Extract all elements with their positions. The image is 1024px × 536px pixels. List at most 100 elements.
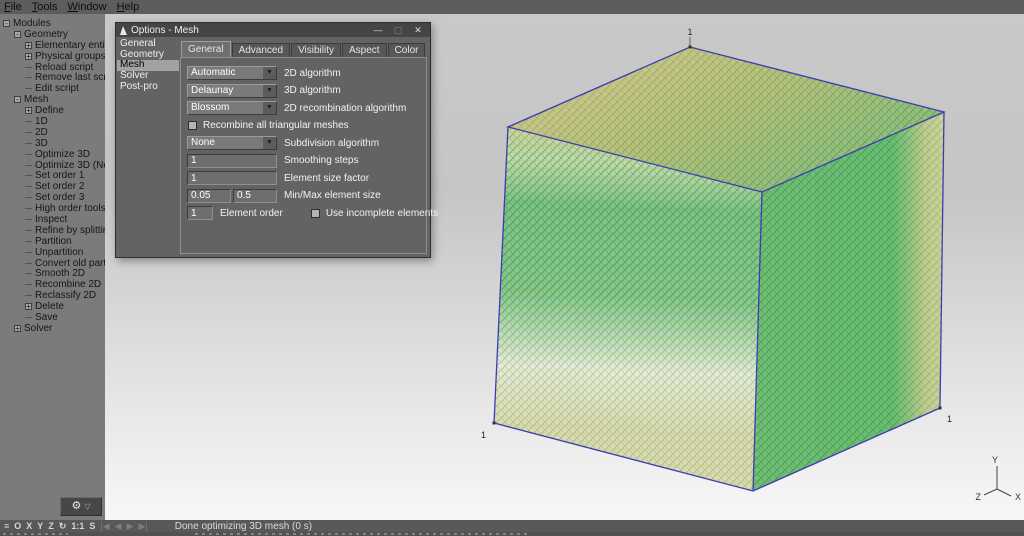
- tree-item-optimize-3d-ne[interactable]: Optimize 3D (Ne: [0, 160, 105, 171]
- vertex-label: 1: [481, 430, 486, 440]
- collapse-icon[interactable]: -: [14, 96, 21, 104]
- collapse-icon[interactable]: -: [3, 19, 10, 27]
- axis-z-label: Z: [976, 492, 982, 502]
- recombine-all-checkbox[interactable]: [188, 121, 197, 130]
- tree-branch-line: [25, 218, 32, 220]
- gear-menu-button[interactable]: ⚙ ▽: [60, 497, 102, 516]
- element-size-factor-input[interactable]: [187, 171, 277, 185]
- element-order-input[interactable]: [187, 206, 213, 220]
- model-browser-icon[interactable]: ≡: [4, 521, 9, 532]
- tree-item-define[interactable]: + Define: [0, 105, 105, 116]
- menu-item-window[interactable]: Window: [67, 1, 106, 13]
- ortho-projection-button[interactable]: O: [14, 521, 21, 532]
- subdivision-label: Subdivision algorithm: [284, 137, 380, 149]
- x-view-button[interactable]: X: [26, 521, 32, 532]
- tree-branch-line: [25, 316, 32, 318]
- player-end-button[interactable]: ▶|: [139, 521, 148, 532]
- min-element-size-input[interactable]: [187, 188, 231, 203]
- tree-item-high-order-tools[interactable]: High order tools: [0, 203, 105, 214]
- tree-item-refine-by-splittir[interactable]: Refine by splittir: [0, 225, 105, 236]
- player-forward-button[interactable]: ▶: [127, 521, 134, 532]
- tab-aspect[interactable]: Aspect: [342, 43, 387, 58]
- tree-item-modules[interactable]: - Modules: [0, 18, 105, 29]
- tree-item-label: 1D: [35, 115, 48, 127]
- tree-item-remove-last-scr[interactable]: Remove last scr: [0, 72, 105, 83]
- tree-item-recombine-2d[interactable]: Recombine 2D: [0, 279, 105, 290]
- tree-item-geometry[interactable]: - Geometry: [0, 29, 105, 40]
- axis-y-label: Y: [992, 455, 998, 465]
- one-to-one-zoom-button[interactable]: 1:1: [71, 521, 84, 532]
- tree-item-edit-script[interactable]: Edit script: [0, 83, 105, 94]
- y-view-button[interactable]: Y: [37, 521, 43, 532]
- tree-item-set-order-2[interactable]: Set order 2: [0, 181, 105, 192]
- tree-item-set-order-3[interactable]: Set order 3: [0, 192, 105, 203]
- tab-general[interactable]: General: [181, 41, 231, 58]
- tree-branch-line: [25, 262, 32, 264]
- algo2d-select[interactable]: Automatic ▼: [187, 66, 277, 80]
- minimize-button[interactable]: —: [370, 25, 386, 35]
- size-factor-row: Element size factor: [187, 171, 420, 185]
- tree-item-elementary-entit[interactable]: + Elementary entit: [0, 40, 105, 51]
- status-s-button[interactable]: S: [89, 521, 95, 532]
- expand-icon[interactable]: +: [14, 324, 21, 332]
- tree-item-label: Inspect: [35, 213, 68, 225]
- incomplete-elements-checkbox[interactable]: [310, 208, 320, 218]
- smoothing-steps-input[interactable]: [187, 153, 277, 168]
- expand-icon[interactable]: +: [25, 41, 32, 49]
- tab-advanced[interactable]: Advanced: [231, 43, 291, 58]
- tree-item-convert-old-part[interactable]: Convert old part: [0, 258, 105, 269]
- dialog-titlebar[interactable]: Options - Mesh — ▢ ✕: [116, 23, 430, 37]
- tree-branch-line: [25, 197, 32, 199]
- subdivision-row: None ▼ Subdivision algorithm: [187, 136, 420, 150]
- tree-item-1d[interactable]: 1D: [0, 116, 105, 127]
- collapse-icon[interactable]: -: [14, 30, 21, 38]
- subdivision-select[interactable]: None ▼: [187, 136, 277, 150]
- tree-item-2d[interactable]: 2D: [0, 127, 105, 138]
- menu-item-help[interactable]: Help: [117, 1, 140, 13]
- tree-item-unpartition[interactable]: Unpartition: [0, 247, 105, 258]
- expand-icon[interactable]: +: [25, 107, 32, 115]
- expand-icon[interactable]: +: [25, 52, 32, 60]
- max-element-size-input[interactable]: [233, 188, 277, 203]
- tree-item-mesh[interactable]: - Mesh: [0, 94, 105, 105]
- tree-item-label: Mesh: [24, 94, 49, 106]
- algo3d-value: Delaunay: [191, 84, 234, 96]
- general-tab-panel: Automatic ▼ 2D algorithm Delaunay ▼ 3D a…: [180, 57, 438, 254]
- options-category-post-pro[interactable]: Post-pro: [117, 81, 179, 93]
- tab-color[interactable]: Color: [387, 43, 426, 58]
- player-back-button[interactable]: ◀: [115, 521, 122, 532]
- chevron-down-icon: ▼: [263, 137, 276, 149]
- vertex-point: [688, 45, 692, 49]
- tab-visibility[interactable]: Visibility: [291, 43, 341, 58]
- options-content: General Advanced Visibility Aspect Color Aut…: [180, 40, 438, 254]
- tree-item-partition[interactable]: Partition: [0, 236, 105, 247]
- z-view-button[interactable]: Z: [48, 521, 54, 532]
- tree-item-physical-groups[interactable]: + Physical groups: [0, 51, 105, 62]
- menu-item-tools[interactable]: Tools: [32, 1, 58, 13]
- tree-item-set-order-1[interactable]: Set order 1: [0, 170, 105, 181]
- gear-icon: ⚙: [71, 500, 82, 512]
- algo3d-row: Delaunay ▼ 3D algorithm: [187, 83, 420, 98]
- tree-item-3d[interactable]: 3D: [0, 138, 105, 149]
- expand-icon[interactable]: +: [25, 303, 32, 311]
- tree-item-save[interactable]: Save: [0, 312, 105, 323]
- tree-item-label: Refine by splittir: [35, 224, 105, 236]
- recombination-select[interactable]: Blossom ▼: [187, 101, 277, 115]
- rotate-view-button[interactable]: ↻: [59, 521, 67, 532]
- close-button[interactable]: ✕: [410, 25, 426, 36]
- tree-item-reload-script[interactable]: Reload script: [0, 62, 105, 73]
- tree-item-reclassify-2d[interactable]: Reclassify 2D: [0, 290, 105, 301]
- tree-item-inspect[interactable]: Inspect: [0, 214, 105, 225]
- player-rewind-button[interactable]: |◀: [100, 521, 109, 532]
- tree-item-label: Elementary entit: [35, 39, 105, 51]
- maximize-button[interactable]: ▢: [390, 25, 406, 36]
- menu-item-file[interactable]: File: [4, 1, 22, 13]
- algo3d-select[interactable]: Delaunay ▼: [187, 83, 277, 98]
- tree-item-solver[interactable]: + Solver: [0, 323, 105, 334]
- tree-item-optimize-3d[interactable]: Optimize 3D: [0, 149, 105, 160]
- tree-item-smooth-2d[interactable]: Smooth 2D: [0, 268, 105, 279]
- tree-item-delete[interactable]: + Delete: [0, 301, 105, 312]
- tree-item-label: Partition: [35, 235, 72, 247]
- tree-branch-line: [25, 175, 32, 177]
- tree-item-label: Remove last scr: [35, 72, 105, 84]
